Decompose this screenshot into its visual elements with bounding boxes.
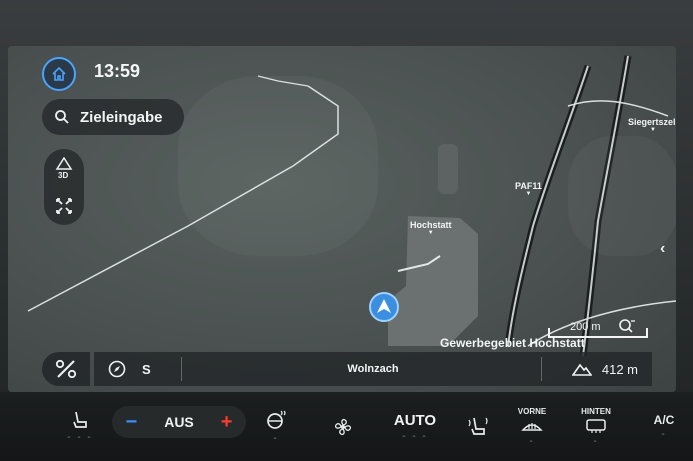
map-view-tools: 3D <box>44 149 84 225</box>
fit-route-icon <box>56 198 72 214</box>
ac-level: - <box>661 429 667 440</box>
rear-defrost-icon <box>586 418 606 433</box>
fan-increase-button[interactable]: + <box>221 411 233 434</box>
route-options-icon <box>55 359 77 379</box>
home-button[interactable] <box>42 57 76 91</box>
seat-climate-icon <box>468 417 488 435</box>
screen-reflection <box>178 76 378 256</box>
scale-label: 200 m <box>570 321 601 333</box>
nav-arrow-icon <box>369 292 399 322</box>
seat-level: - - - <box>67 432 93 443</box>
front-defrost-label: VORNE <box>517 406 547 416</box>
info-divider <box>541 357 542 381</box>
auto-label: AUTO <box>393 411 437 429</box>
scale-tick-right <box>646 328 648 338</box>
ac-button[interactable]: A/C - <box>644 392 684 461</box>
steering-heat-icon <box>267 410 286 429</box>
auto-climate-button[interactable]: AUTO - - - <box>392 392 438 461</box>
fit-route-button[interactable] <box>52 194 76 218</box>
rear-defrost-label: HINTEN <box>581 406 611 416</box>
seat-climate-button[interactable] <box>460 392 496 461</box>
scale-line <box>548 336 648 338</box>
route-options-button[interactable] <box>42 352 90 386</box>
steering-heat-level: - <box>273 433 279 444</box>
screen-reflection <box>568 136 676 256</box>
current-road-label: Wolnzach <box>347 363 399 375</box>
front-defrost-level: - <box>529 435 535 447</box>
map-label-hochstatt: Hochstatt ▼ <box>410 220 452 237</box>
elevation-value: 412 m <box>601 361 638 377</box>
rear-defrost-button[interactable]: HINTEN - <box>572 392 620 461</box>
fan-icon <box>334 418 352 435</box>
auto-level: - - - <box>402 430 428 442</box>
elevation-icon <box>571 363 592 376</box>
current-position-marker <box>368 291 400 323</box>
map-label-siegertszell: Siegertszell ▼ <box>628 117 676 134</box>
map-scale: 200 m <box>548 318 648 340</box>
seat-icon <box>73 411 87 428</box>
search-icon <box>55 110 69 124</box>
svg-text:3D: 3D <box>58 171 68 179</box>
map-label-paf11: PAF11 ▼ <box>515 181 542 198</box>
heated-steering-button[interactable]: - <box>258 392 294 461</box>
climate-control-bar: - - - − AUS + - AUTO - - - VORNE - HINTE… <box>0 392 693 461</box>
3d-view-button[interactable]: 3D <box>52 156 76 180</box>
elevation-display: 412 m <box>571 361 638 377</box>
search-label: Zieleingabe <box>80 108 163 126</box>
clock: 13:59 <box>94 61 141 81</box>
fan-decrease-button[interactable]: − <box>126 411 138 434</box>
panel-expand-arrow[interactable]: ‹ <box>660 240 665 258</box>
rear-defrost-level: - <box>593 435 599 447</box>
seat-control[interactable]: - - - <box>60 392 100 461</box>
route-info-bar: S Wolnzach 412 m <box>94 352 652 386</box>
fan-speed-control: − AUS + <box>112 406 246 438</box>
home-icon <box>52 66 66 81</box>
front-defrost-icon <box>521 422 543 431</box>
zoom-search-icon[interactable] <box>618 318 636 334</box>
3d-view-icon: 3D <box>55 157 73 179</box>
front-defrost-button[interactable]: VORNE - <box>510 392 554 461</box>
ac-label: A/C <box>653 413 675 427</box>
fan-status: AUS <box>164 414 194 430</box>
destination-search-button[interactable]: Zieleingabe <box>42 99 184 135</box>
infotainment-screen: 13:59 Zieleingabe 3D Siegertszell ▼ PAF11… <box>8 46 676 392</box>
fan-button[interactable] <box>325 392 361 461</box>
map-bottom-bar: S Wolnzach 412 m <box>42 352 652 386</box>
